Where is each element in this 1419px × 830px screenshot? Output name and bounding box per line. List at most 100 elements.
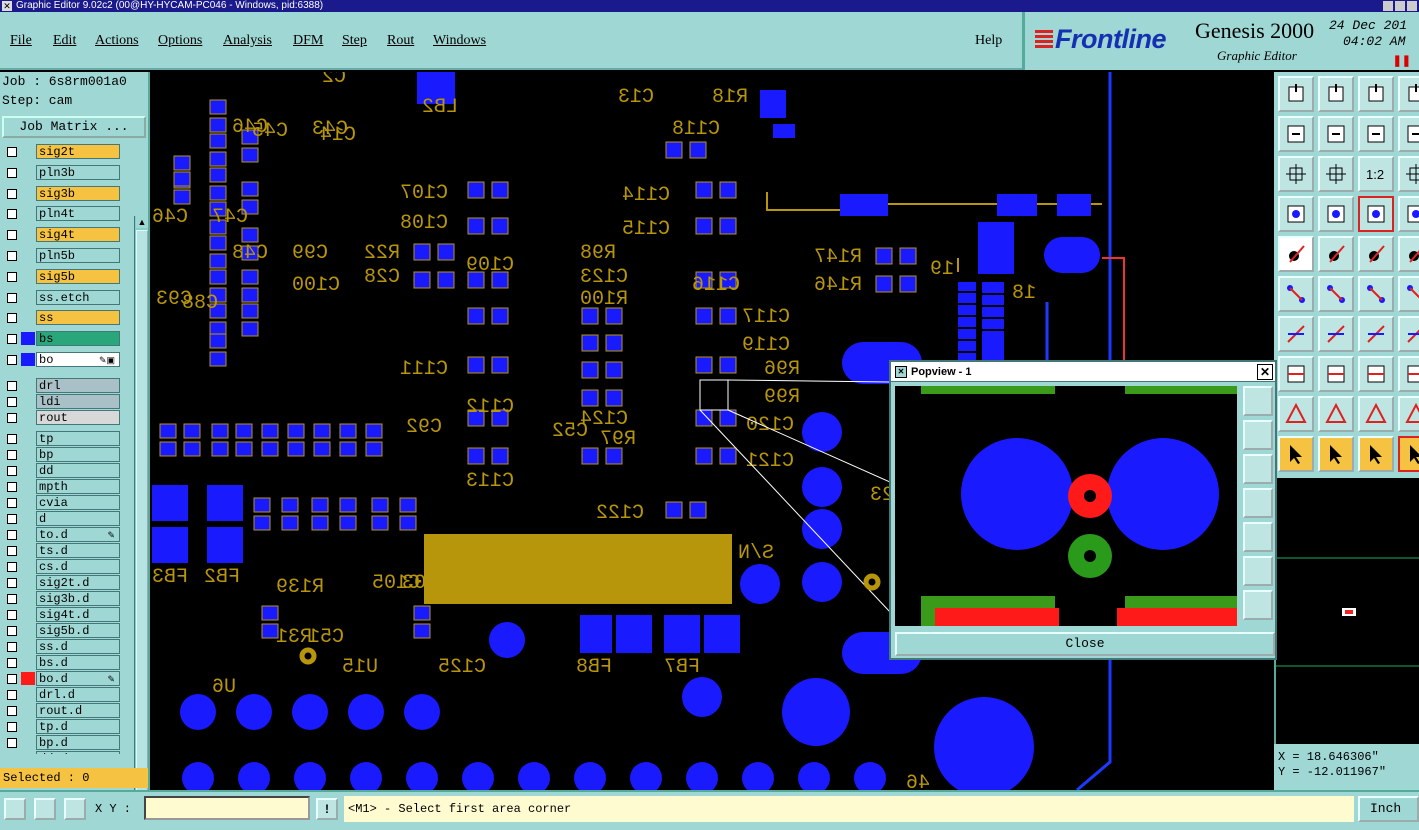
layer-name[interactable]: to.d ✎ [36,526,120,542]
layer-name[interactable]: drl.d [36,686,120,702]
popview-close-button[interactable]: Close [895,632,1275,656]
popview-center-icon[interactable] [1243,590,1273,620]
layer-row[interactable]: bp [2,446,134,462]
layer-row[interactable]: drl [2,377,134,393]
pan-right-icon[interactable] [1318,116,1354,152]
snapshot-in-icon[interactable] [1278,76,1314,112]
layer-row[interactable]: bs [2,331,134,347]
layer-checkbox[interactable] [7,577,17,588]
layer-checkbox[interactable] [7,209,17,220]
layer-row[interactable]: bo.d ✎ [2,670,134,686]
grid-icon[interactable] [1318,196,1354,232]
menu-dfm[interactable]: DFM [293,33,323,49]
popview-fit-icon[interactable] [1243,556,1273,586]
layer-name[interactable]: tp.d [36,718,120,734]
layer-toggle-icon[interactable] [1398,196,1419,232]
node-shift-icon[interactable] [1398,276,1419,312]
layer-name[interactable]: bp [36,446,120,462]
close-window-button[interactable] [1407,1,1417,11]
layer-row[interactable]: drl.d [2,686,134,702]
popview-close-icon[interactable]: ✕ [1257,364,1273,380]
measure-icon[interactable] [1358,236,1394,272]
layer-row[interactable]: sig5b.d [2,622,134,638]
layer-row[interactable]: tp.d [2,718,134,734]
popview-right-icon[interactable] [1243,522,1273,552]
popview-canvas[interactable] [895,386,1237,626]
layer-row[interactable]: dd [2,462,134,478]
layer-checkbox[interactable] [7,167,17,178]
overview-map[interactable] [1274,478,1419,744]
menu-step[interactable]: Step [342,33,367,49]
layer-name[interactable]: bs.d [36,654,120,670]
layer-row[interactable]: ss [2,310,134,326]
layer-row[interactable]: sig4t.d [2,606,134,622]
menu-rout[interactable]: Rout [387,33,414,49]
layer-checkbox[interactable] [7,292,17,303]
layer-checkbox[interactable] [7,609,17,620]
layer-checkbox[interactable] [7,251,17,261]
layer-name[interactable]: pln3b [36,164,120,180]
layer-name[interactable]: tp [36,430,120,446]
layer-name[interactable]: rout.d [36,702,120,718]
layer-checkbox[interactable] [7,529,17,540]
zoom-extents-icon[interactable] [1398,76,1419,112]
zoom-diagonal-icon[interactable] [4,798,26,820]
delete-node-icon[interactable] [1318,276,1354,312]
layer-checkbox[interactable] [7,561,17,572]
layer-row[interactable]: sig5b [2,268,134,284]
layer-row[interactable]: mpth [2,478,134,494]
layer-name[interactable]: mpth [36,478,120,494]
layer-checkbox[interactable] [7,334,17,345]
home-icon[interactable] [1358,76,1394,112]
layer-checkbox[interactable] [7,625,17,636]
line-draw-icon[interactable] [1278,316,1314,352]
layer-checkbox[interactable] [7,513,17,524]
layer-row[interactable]: bs.d [2,654,134,670]
cursor-select-icon[interactable] [1318,436,1354,472]
zoom-1to1-icon[interactable]: 1:2 [1358,156,1394,192]
layer-name[interactable]: ss [36,310,120,326]
layer-checkbox[interactable] [7,449,17,460]
layer-checkbox[interactable] [7,673,17,684]
layer-row[interactable]: d [2,510,134,526]
zoom-fit-icon[interactable] [1398,116,1419,152]
zoom-overlay-icon[interactable] [1398,156,1419,192]
menu-help[interactable]: Help [975,33,1002,49]
layer-name[interactable]: dd [36,462,120,478]
layer-checkbox[interactable] [7,737,17,748]
layer-checkbox[interactable] [7,188,17,199]
board-icon[interactable] [1278,356,1314,392]
menu-options[interactable]: Options [158,33,202,49]
menu-edit[interactable]: Edit [53,33,76,49]
layer-checkbox[interactable] [7,657,17,668]
layer-color-swatch[interactable] [21,671,35,685]
layer-row[interactable]: rout [2,409,134,425]
menu-actions[interactable]: Actions [95,33,139,49]
maximize-button[interactable] [1395,1,1405,11]
layer-checkbox[interactable] [7,433,17,444]
split-icon[interactable] [1358,356,1394,392]
layer-row[interactable]: cs.d [2,558,134,574]
net-icon[interactable] [1318,356,1354,392]
cursor-icon[interactable] [1278,436,1314,472]
triangle-icon[interactable] [1318,396,1354,432]
node-move-icon[interactable] [1358,276,1394,312]
connect-icon[interactable] [1398,356,1419,392]
minimize-button[interactable] [1383,1,1393,11]
layer-name[interactable]: bo ✎▣ [36,352,120,367]
layer-name[interactable]: sig3b.d [36,590,120,606]
a-triangle-icon[interactable] [1358,396,1394,432]
scroll-thumb[interactable] [136,230,148,820]
menu-windows[interactable]: Windows [433,33,486,49]
layer-name[interactable]: rout [36,409,120,425]
layer-name[interactable]: sig5b [36,268,120,284]
layer-row[interactable]: tp [2,430,134,446]
layer-row[interactable]: pln5b [2,248,134,263]
layer-name[interactable]: cvia [36,494,120,510]
layer-row[interactable]: dd.d [2,750,134,754]
scroll-up-icon[interactable]: ▲ [136,216,148,228]
layer-checkbox[interactable] [7,355,17,365]
layer-name[interactable]: d [36,510,120,526]
layer-checkbox[interactable] [7,481,17,492]
layer-row[interactable]: sig2t.d [2,574,134,590]
